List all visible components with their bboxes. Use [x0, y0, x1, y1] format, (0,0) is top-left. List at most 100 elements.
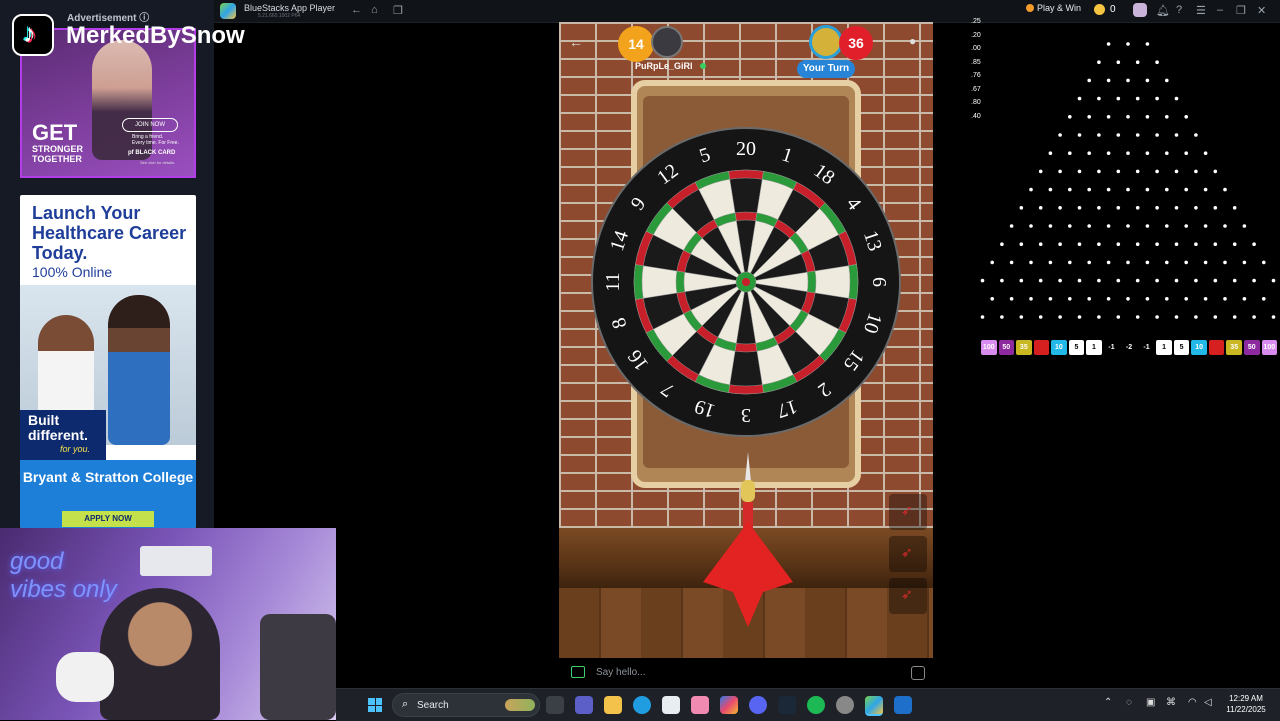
plinko-peg — [1029, 224, 1033, 228]
plinko-peg — [1116, 242, 1121, 246]
plinko-bucket: -1 — [1138, 340, 1155, 355]
tray-icon[interactable]: ◌ — [1126, 697, 1132, 708]
plinko-bucket: 1 — [1156, 340, 1172, 355]
task-view-icon[interactable] — [546, 696, 564, 714]
plinko-peg — [1203, 224, 1208, 228]
plinko-peg — [1213, 206, 1218, 210]
tray-icon[interactable]: ▣ — [1146, 697, 1155, 708]
neon-sign: good vibes only — [10, 548, 117, 603]
store-icon[interactable] — [662, 696, 680, 714]
plinko-bucket: 10 — [1051, 340, 1067, 355]
home-icon[interactable]: ⌂ — [371, 4, 378, 16]
plinko-peg — [1252, 278, 1256, 283]
ad-apply-button[interactable]: APPLY NOW — [62, 511, 154, 527]
play-win-label: Play & Win — [1037, 3, 1082, 13]
app-icon-pink[interactable] — [691, 696, 709, 714]
play-win-button[interactable]: Play & Win — [1026, 3, 1081, 13]
plinko-peg — [1145, 187, 1150, 192]
plinko-peg — [1145, 260, 1150, 265]
restore-icon[interactable]: ❐ — [1236, 4, 1246, 17]
plinko-peg — [1213, 169, 1218, 174]
plinko-peg — [1097, 96, 1101, 101]
plinko-buckets: 100 50 35 10 5 1 -1 -2 -1 1 5 10 35 50 100 — [981, 340, 1278, 356]
plinko-peg — [1262, 260, 1266, 265]
plinko-peg — [1232, 278, 1237, 283]
chat-send-icon[interactable] — [911, 666, 925, 680]
account-avatar[interactable] — [1133, 3, 1147, 17]
plinko-peg — [1184, 187, 1188, 192]
opponent-avatar — [651, 26, 683, 58]
game-menu-icon[interactable]: ● — [909, 34, 916, 48]
ad-fitness-tagline: STRONGER TOGETHER — [32, 144, 84, 164]
bluestacks-taskbar-icon[interactable] — [865, 696, 883, 716]
close-icon[interactable]: ✕ — [1257, 4, 1266, 17]
plinko-peg — [1068, 297, 1072, 301]
coin-icon — [1094, 4, 1105, 15]
spotify-icon[interactable] — [807, 696, 825, 714]
ad-college-online: 100% Online — [32, 264, 113, 280]
plinko-bucket: 35 — [1226, 340, 1242, 355]
plinko-peg — [1038, 315, 1043, 319]
clock-date[interactable]: 11/22/2025 — [1216, 705, 1276, 714]
plinko-peg — [1116, 96, 1121, 101]
game-back-icon[interactable]: ← — [569, 34, 583, 50]
taskbar-search[interactable]: ⌕ Search — [392, 693, 540, 717]
plinko-bucket: 1 — [1086, 340, 1102, 355]
ad-photo-person-right — [108, 295, 170, 445]
multi-instance-icon[interactable]: ❐ — [393, 4, 403, 17]
dartboard[interactable]: 20 11841361015217319716811149125 — [591, 127, 901, 437]
plinko-peg — [1194, 242, 1198, 246]
plinko-peg — [1077, 206, 1082, 210]
ad-fitness-get: GET — [32, 120, 78, 145]
darts-game-view[interactable]: 20 1 18 4 13 6 10 15 2 17 3 19 7 16 8 11 14 9 12 5 ➶ ➶ ➶ ← … — [559, 22, 933, 658]
clock-time[interactable]: 12:29 AM — [1216, 694, 1276, 703]
discord-icon[interactable] — [749, 696, 767, 714]
plinko-bucket — [1033, 340, 1050, 355]
volume-icon[interactable]: ◁ — [1204, 697, 1212, 708]
dart-icon-small: ➶ — [901, 544, 913, 560]
plinko-peg — [1271, 315, 1276, 319]
chevron-up-icon[interactable]: ⌃ — [1104, 697, 1112, 708]
help-icon[interactable]: ? — [1176, 4, 1182, 16]
plinko-peg — [1029, 187, 1033, 192]
player-score: 36 — [839, 26, 873, 60]
ad-join-button[interactable]: JOIN NOW — [122, 118, 178, 132]
plinko-peg — [1174, 242, 1179, 246]
menu-icon[interactable]: ☰ — [1196, 4, 1206, 17]
file-explorer-icon[interactable] — [604, 696, 622, 714]
plinko-peg — [1155, 133, 1159, 137]
dart-icon[interactable] — [693, 452, 803, 632]
opponent-score: 14 — [618, 26, 654, 62]
plinko-peg — [1048, 224, 1053, 228]
plinko-peg — [1068, 224, 1072, 228]
ad-college[interactable]: Launch Your Healthcare Career Today. 100… — [20, 195, 196, 528]
back-arrow-icon[interactable]: ← — [351, 4, 362, 16]
minimize-icon[interactable]: – — [1217, 4, 1223, 16]
ad-sidebar: Advertisement ⓘ GET STRONGER TOGETHER JO… — [0, 0, 214, 528]
board-number: 20 — [736, 138, 756, 160]
plinko-peg — [1087, 78, 1091, 83]
plinko-peg — [1116, 315, 1121, 319]
tray-icon[interactable]: ⌘ — [1166, 697, 1176, 708]
app-icon-blue[interactable] — [894, 696, 912, 714]
notifications-icon[interactable]: 🔔︎ — [1156, 4, 1170, 17]
plinko-peg — [1135, 242, 1140, 246]
obs-icon[interactable] — [836, 696, 854, 714]
teams-icon[interactable] — [575, 696, 593, 714]
app-version: 5.21.660.1002 P64 — [258, 13, 301, 19]
plinko-peg — [1165, 224, 1169, 228]
plinko-peg — [1184, 260, 1188, 265]
plinko-peg — [1213, 315, 1218, 319]
chat-bar[interactable]: Say hello... — [559, 658, 933, 688]
plinko-peg — [1252, 242, 1256, 246]
steam-icon[interactable] — [778, 696, 796, 714]
online-status-icon — [700, 63, 706, 69]
windows-start-icon[interactable] — [368, 698, 382, 712]
chat-input[interactable]: Say hello... — [596, 667, 645, 678]
wifi-icon[interactable]: ◠ — [1188, 697, 1197, 708]
edge-icon[interactable] — [633, 696, 651, 714]
plinko-peg — [1155, 60, 1159, 64]
copilot-icon[interactable] — [720, 696, 738, 714]
plinko-peg — [1174, 169, 1179, 174]
plinko-peg — [1116, 278, 1121, 283]
